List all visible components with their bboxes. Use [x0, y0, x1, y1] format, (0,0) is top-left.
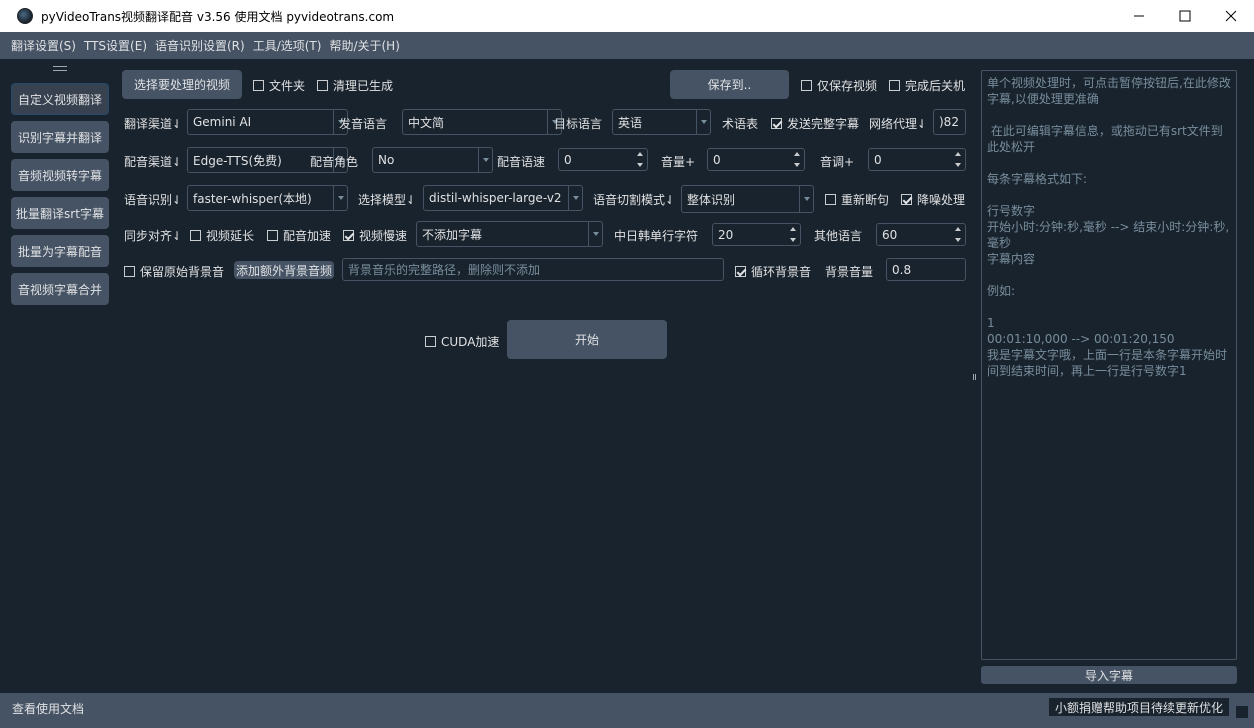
view-docs-link[interactable]: 查看使用文档: [12, 700, 84, 717]
splitter-grip-icon: [973, 374, 976, 380]
subtitle-panel: 单个视频处理时，可点击暂停按钮后,在此修改字幕,以便处理更准确 在此可编辑字幕信…: [980, 59, 1248, 693]
subtitle-editor[interactable]: 单个视频处理时，可点击暂停按钮后,在此修改字幕,以便处理更准确 在此可编辑字幕信…: [981, 70, 1237, 660]
subtitle-mode-select[interactable]: 不添加字幕: [416, 221, 603, 247]
translate-channel-select[interactable]: Gemini AI: [187, 109, 348, 135]
minimize-icon: [1134, 15, 1144, 17]
bgm-path-input[interactable]: 背景音乐的完整路径，删除则不添加: [342, 258, 724, 281]
bgm-volume-label: 背景音量: [825, 265, 874, 279]
split-mode-select[interactable]: 整体识别: [681, 185, 814, 213]
panel-splitter[interactable]: [967, 59, 980, 693]
resize-grip-icon[interactable]: [1236, 706, 1248, 718]
video-extend-checkbox[interactable]: 视频延长: [190, 227, 254, 244]
voice-role-select[interactable]: No: [372, 147, 493, 173]
loop-bgm-checkbox[interactable]: 循环背景音: [735, 263, 811, 280]
close-icon: [1225, 10, 1237, 22]
menu-help-about[interactable]: 帮助/关于(H): [329, 37, 399, 54]
app-logo-icon: [17, 8, 33, 24]
status-bar: 查看使用文档 小额捐赠帮助项目待续更新优化: [0, 693, 1254, 728]
chevron-down-icon: [799, 186, 813, 212]
other-lang-chars-stepper[interactable]: 60: [876, 223, 966, 246]
menu-tts-settings[interactable]: TTS设置(E): [84, 37, 147, 54]
cuda-checkbox[interactable]: CUDA加速: [425, 333, 499, 350]
shutdown-after-checkbox[interactable]: 完成后关机: [889, 77, 965, 94]
chevron-down-icon[interactable]: [786, 235, 800, 246]
chevron-down-icon[interactable]: [951, 160, 965, 171]
select-video-button[interactable]: 选择要处理的视频: [122, 70, 242, 99]
glossary-link[interactable]: 术语表: [722, 115, 758, 132]
denoise-checkbox[interactable]: 降噪处理: [901, 191, 965, 208]
add-bgm-button[interactable]: 添加额外背景音频: [234, 261, 334, 279]
chevron-down-icon: [568, 186, 582, 210]
chevron-down-icon[interactable]: [790, 160, 804, 171]
target-language-label: 目标语言: [554, 117, 603, 131]
chevron-up-icon[interactable]: [951, 149, 965, 160]
clear-generated-checkbox[interactable]: 清理已生成: [317, 77, 393, 94]
chevron-up-icon[interactable]: [951, 224, 965, 235]
close-button[interactable]: [1208, 0, 1254, 32]
cjk-chars-stepper[interactable]: 20: [712, 223, 801, 246]
source-language-select[interactable]: 中文简: [402, 109, 562, 135]
asr-engine-select[interactable]: faster-whisper(本地): [187, 185, 348, 211]
resegment-checkbox[interactable]: 重新断句: [825, 191, 889, 208]
sidebar-item-recognize-translate[interactable]: 识别字幕并翻译: [11, 121, 109, 153]
only-save-video-checkbox[interactable]: 仅保存视频: [801, 77, 877, 94]
chevron-up-icon[interactable]: [633, 149, 647, 160]
maximize-button[interactable]: [1162, 0, 1208, 32]
model-label: 选择模型⇃: [358, 193, 417, 207]
chevron-down-icon: [588, 222, 602, 246]
sidebar-item-batch-srt-translate[interactable]: 批量翻译srt字幕: [11, 197, 109, 229]
cjk-chars-label: 中日韩单行字符: [614, 229, 699, 243]
sidebar-item-batch-dubbing[interactable]: 批量为字幕配音: [11, 235, 109, 267]
chevron-down-icon: [478, 148, 492, 172]
menu-tools-options[interactable]: 工具/选项(T): [253, 37, 322, 54]
title-bar: pyVideoTrans视频翻译配音 v3.56 使用文档 pyvideotra…: [0, 0, 1254, 32]
toolbar-handle-icon[interactable]: [53, 66, 67, 71]
volume-stepper[interactable]: 0: [707, 148, 805, 171]
sidebar-item-custom-video-translate[interactable]: 自定义视频翻译: [11, 83, 109, 115]
source-language-label: 发音语言: [339, 117, 388, 131]
other-lang-chars-label: 其他语言: [814, 229, 863, 243]
chevron-down-icon[interactable]: [633, 160, 647, 171]
model-select[interactable]: distil-whisper-large-v2: [423, 185, 583, 211]
voice-rate-label: 配音语速: [497, 155, 546, 169]
maximize-icon: [1179, 10, 1191, 22]
donate-button[interactable]: 小额捐赠帮助项目待续更新优化: [1048, 697, 1231, 717]
voice-role-label: 配音角色: [310, 155, 359, 169]
chevron-up-icon[interactable]: [786, 224, 800, 235]
video-slowdown-checkbox[interactable]: 视频慢速: [343, 227, 407, 244]
menu-bar: 翻译设置(S) TTS设置(E) 语音识别设置(R) 工具/选项(T) 帮助/关…: [0, 32, 1254, 59]
sidebar: 自定义视频翻译 识别字幕并翻译 音频视频转字幕 批量翻译srt字幕 批量为字幕配…: [5, 59, 114, 693]
target-language-select[interactable]: 英语: [612, 109, 711, 135]
main-panel: 选择要处理的视频 文件夹 清理已生成 保存到.. 仅保存视频 完成后关机 翻译渠…: [114, 59, 967, 693]
translate-channel-label: 翻译渠道⇃: [124, 117, 183, 131]
sidebar-item-av-to-subtitle[interactable]: 音频视频转字幕: [11, 159, 109, 191]
pitch-stepper[interactable]: 0: [868, 148, 966, 171]
voice-speedup-checkbox[interactable]: 配音加速: [267, 227, 331, 244]
start-button[interactable]: 开始: [507, 320, 667, 359]
window-title: pyVideoTrans视频翻译配音 v3.56 使用文档 pyvideotra…: [41, 9, 395, 24]
asr-label: 语音识别⇃: [124, 193, 183, 207]
save-to-button[interactable]: 保存到..: [670, 70, 789, 99]
proxy-input[interactable]: )82: [933, 109, 966, 135]
minimize-button[interactable]: [1116, 0, 1162, 32]
sync-align-label: 同步对齐⇃: [124, 229, 183, 243]
import-subtitle-button[interactable]: 导入字幕: [981, 666, 1237, 684]
chevron-up-icon[interactable]: [790, 149, 804, 160]
volume-label: 音量+: [661, 155, 696, 169]
sidebar-item-av-merge[interactable]: 音视频字幕合并: [11, 273, 109, 305]
send-full-subtitle-checkbox[interactable]: 发送完整字幕: [771, 115, 859, 132]
keep-original-bgm-checkbox[interactable]: 保留原始背景音: [124, 263, 224, 280]
chevron-down-icon: [333, 186, 347, 210]
voice-rate-stepper[interactable]: 0: [558, 148, 648, 171]
split-mode-label: 语音切割模式⇃: [593, 193, 676, 207]
pitch-label: 音调+: [820, 155, 855, 169]
folder-checkbox[interactable]: 文件夹: [253, 77, 305, 94]
proxy-label: 网络代理⇃: [869, 117, 928, 131]
bgm-volume-input[interactable]: 0.8: [886, 258, 966, 281]
chevron-down-icon[interactable]: [951, 235, 965, 246]
chevron-down-icon: [696, 110, 710, 134]
menu-translate-settings[interactable]: 翻译设置(S): [11, 37, 76, 54]
tts-channel-label: 配音渠道⇃: [124, 155, 183, 169]
menu-asr-settings[interactable]: 语音识别设置(R): [155, 37, 245, 54]
